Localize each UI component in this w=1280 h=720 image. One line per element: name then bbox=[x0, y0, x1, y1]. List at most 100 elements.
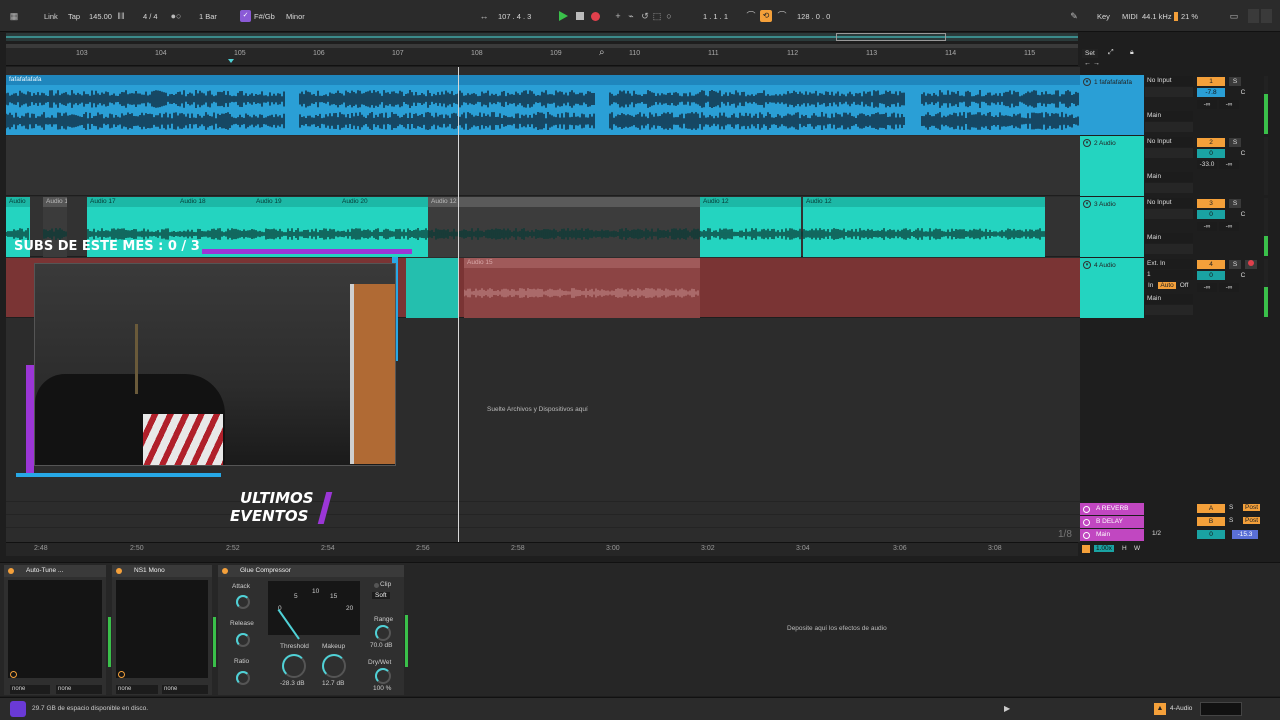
threshold-knob[interactable] bbox=[282, 654, 306, 678]
plugin-window[interactable] bbox=[116, 580, 208, 678]
punch-in-icon[interactable]: ⌒ bbox=[745, 10, 757, 22]
release-knob[interactable] bbox=[236, 633, 250, 647]
makeup-value[interactable]: 12.7 dB bbox=[322, 680, 344, 687]
fold-icon[interactable]: ▾ bbox=[1083, 78, 1091, 86]
plugin-window[interactable] bbox=[8, 580, 102, 678]
pan-field[interactable]: C bbox=[1237, 149, 1249, 158]
track-name[interactable]: 3 Audio bbox=[1094, 201, 1116, 208]
zoom-icon[interactable]: ⌕ bbox=[599, 47, 605, 58]
track-lane-1[interactable]: fafafafafafa bbox=[6, 75, 1080, 135]
send-b[interactable]: -∞ bbox=[1219, 222, 1239, 231]
pan-field[interactable]: C bbox=[1237, 271, 1249, 280]
beat-time-ruler[interactable]: 103 104 105 106 107 108 109 110 111 112 … bbox=[6, 44, 1078, 66]
track-lane-2[interactable] bbox=[6, 136, 1080, 196]
scale-select[interactable]: Minor bbox=[286, 10, 305, 23]
session-record-icon[interactable]: ○ bbox=[663, 10, 675, 22]
tempo-field[interactable]: 145.00 bbox=[89, 10, 112, 23]
output-select[interactable]: Main bbox=[1145, 233, 1193, 243]
fold-icon[interactable]: ▾ bbox=[1083, 200, 1091, 208]
follow-icon[interactable]: ↔ bbox=[478, 10, 490, 22]
input-select[interactable]: No Input bbox=[1145, 76, 1193, 86]
record-button[interactable] bbox=[591, 12, 600, 21]
send-b[interactable]: -∞ bbox=[1219, 160, 1239, 169]
output-select[interactable]: Main bbox=[1145, 172, 1193, 182]
fold-icon[interactable] bbox=[1083, 506, 1090, 513]
nav-arrows-icon[interactable]: ← → bbox=[1084, 60, 1100, 67]
send-b[interactable]: -∞ bbox=[1219, 283, 1239, 292]
threshold-value[interactable]: -28.3 dB bbox=[280, 680, 305, 687]
midi-map-button[interactable]: MIDI bbox=[1122, 10, 1138, 23]
device-power-icon[interactable] bbox=[222, 568, 228, 574]
output-channel-select[interactable] bbox=[1145, 183, 1193, 193]
punch-out-icon[interactable]: ⌒ bbox=[776, 10, 788, 22]
input-channel-select[interactable] bbox=[1145, 87, 1193, 97]
fold-icon[interactable] bbox=[1083, 519, 1090, 526]
capture-icon[interactable]: ⬚ bbox=[651, 10, 663, 22]
makeup-knob[interactable] bbox=[322, 654, 346, 678]
quantize-select[interactable]: 1 Bar bbox=[199, 10, 217, 23]
device-power-icon[interactable] bbox=[116, 568, 122, 574]
monitor-in-button[interactable]: In bbox=[1145, 282, 1157, 289]
overdub-icon[interactable]: + bbox=[612, 10, 624, 22]
playhead[interactable] bbox=[458, 67, 459, 542]
solo-button[interactable]: S bbox=[1229, 199, 1241, 208]
tempo-follow-icon[interactable] bbox=[1082, 545, 1090, 553]
loop-start-field[interactable]: 1 . 1 . 1 bbox=[703, 10, 728, 23]
pan-field[interactable]: C bbox=[1237, 210, 1249, 219]
track-header-1[interactable]: ▾ 1 fafafafafafa bbox=[1080, 75, 1144, 135]
position-field[interactable]: 107 . 4 . 3 bbox=[498, 10, 531, 23]
w-button[interactable]: W bbox=[1134, 545, 1140, 552]
range-knob[interactable] bbox=[375, 625, 391, 641]
sidechain-channel-select[interactable]: none bbox=[56, 685, 102, 694]
link-button[interactable]: Link bbox=[44, 10, 58, 23]
expand-icon[interactable]: ⤢ bbox=[1108, 49, 1114, 57]
return-activator[interactable]: A bbox=[1197, 504, 1225, 513]
device-title[interactable]: NS1 Mono bbox=[112, 565, 212, 577]
attack-knob[interactable] bbox=[236, 595, 250, 609]
sidechain-select[interactable]: none bbox=[10, 685, 50, 694]
draw-mode-icon[interactable]: ✎ bbox=[1068, 10, 1080, 22]
tempo-follow-value[interactable]: 1.00x bbox=[1094, 545, 1114, 552]
audio-clip[interactable]: fafafafafafa bbox=[6, 75, 1080, 135]
solo-button[interactable]: S bbox=[1229, 517, 1233, 524]
sidechain-select[interactable]: none bbox=[116, 685, 158, 694]
input-channel-select[interactable] bbox=[1145, 209, 1193, 219]
track-header-4[interactable]: ▾ 4 Audio bbox=[1080, 258, 1144, 318]
input-channel-select[interactable]: 1 bbox=[1145, 270, 1193, 280]
fold-icon[interactable] bbox=[1083, 532, 1090, 539]
send-a[interactable]: -∞ bbox=[1197, 283, 1217, 292]
nudge-icon[interactable]: ‖‖ bbox=[115, 10, 127, 22]
tap-button[interactable]: Tap bbox=[68, 10, 80, 23]
arrangement-view[interactable]: fafafafafafa Audio Audio 1 Audio 17 Audi… bbox=[6, 67, 1080, 542]
solo-button[interactable]: S bbox=[1229, 138, 1241, 147]
volume-field[interactable]: -7.8 bbox=[1197, 88, 1225, 97]
device-power-icon[interactable] bbox=[8, 568, 14, 574]
input-channel-select[interactable] bbox=[1145, 148, 1193, 158]
solo-button[interactable]: S bbox=[1229, 504, 1233, 511]
volume-field[interactable]: 0 bbox=[1197, 149, 1225, 158]
stop-button[interactable] bbox=[576, 12, 584, 20]
post-button[interactable]: Post bbox=[1243, 504, 1261, 511]
view-switcher[interactable] bbox=[1200, 702, 1242, 716]
solo-button[interactable]: S bbox=[1229, 260, 1241, 269]
output-select[interactable]: Main bbox=[1145, 111, 1193, 121]
h-button[interactable]: H bbox=[1122, 545, 1127, 552]
range-value[interactable]: 70.0 dB bbox=[370, 642, 392, 649]
output-select[interactable]: Main bbox=[1145, 294, 1193, 304]
scale-mode-icon[interactable]: ✓ bbox=[240, 10, 251, 22]
re-enable-icon[interactable]: ↺ bbox=[639, 10, 651, 22]
output-channel-select[interactable] bbox=[1145, 244, 1193, 254]
track-activator[interactable]: 1 bbox=[1197, 77, 1225, 86]
loop-length-field[interactable]: 128 . 0 . 0 bbox=[797, 10, 830, 23]
return-activator[interactable]: B bbox=[1197, 517, 1225, 526]
track-name[interactable]: 2 Audio bbox=[1094, 140, 1116, 147]
input-select[interactable]: Ext. In bbox=[1145, 259, 1193, 269]
track-name[interactable]: 1 fafafafafafa bbox=[1094, 79, 1132, 86]
main-pan[interactable]: -15.3 bbox=[1232, 530, 1258, 539]
send-a[interactable]: -∞ bbox=[1197, 222, 1217, 231]
send-b[interactable]: -∞ bbox=[1219, 100, 1239, 109]
main-volume[interactable]: 0 bbox=[1197, 530, 1225, 539]
volume-field[interactable]: 0 bbox=[1197, 271, 1225, 280]
set-button[interactable]: Set bbox=[1082, 49, 1098, 58]
loop-toggle-icon[interactable]: ⟲ bbox=[760, 10, 772, 22]
